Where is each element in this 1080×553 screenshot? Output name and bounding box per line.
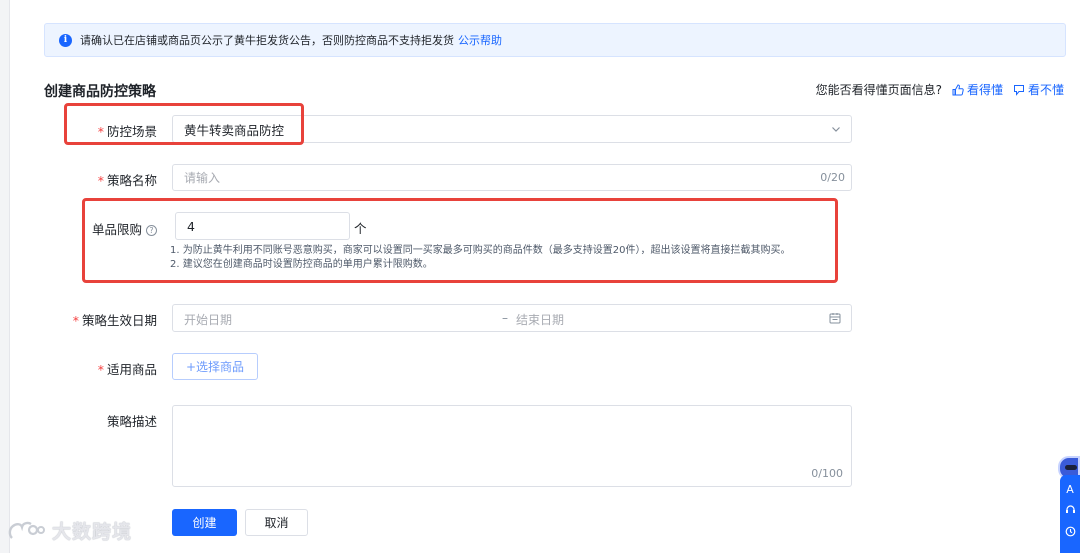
side-panel-letter: A bbox=[1066, 483, 1074, 496]
feedback-yes-label: 看得懂 bbox=[966, 83, 1003, 97]
watermark: 大数跨境 bbox=[8, 517, 132, 544]
name-input-placeholder: 请输入 bbox=[184, 171, 221, 185]
goods-label: * 适用商品 bbox=[60, 359, 157, 378]
desc-label-text: 策略描述 bbox=[106, 414, 157, 429]
feedback-no-label: 看不懂 bbox=[1027, 83, 1064, 97]
highlight-box-scene bbox=[64, 103, 304, 145]
notice-banner: i 请确认已在店铺或商品页公示了黄牛拒发货公告，否则防控商品不支持拒发货 公示帮… bbox=[44, 23, 1066, 57]
goods-label-text: 适用商品 bbox=[106, 362, 157, 377]
name-label-text: 策略名称 bbox=[106, 173, 157, 188]
name-label: * 策略名称 bbox=[60, 170, 157, 189]
required-mark: * bbox=[72, 313, 79, 328]
chevron-down-icon bbox=[832, 127, 840, 132]
end-date-placeholder[interactable]: 结束日期 bbox=[516, 311, 564, 328]
required-mark: * bbox=[97, 173, 104, 188]
feedback-no-button[interactable]: 看不懂 bbox=[1013, 81, 1064, 98]
notice-help-link[interactable]: 公示帮助 bbox=[458, 32, 502, 48]
date-label: * 策略生效日期 bbox=[60, 310, 157, 329]
watermark-text: 大数跨境 bbox=[52, 521, 133, 543]
date-label-text: 策略生效日期 bbox=[81, 313, 157, 328]
name-char-counter: 0/20 bbox=[820, 171, 845, 184]
start-date-placeholder[interactable]: 开始日期 bbox=[184, 311, 232, 328]
required-mark: * bbox=[97, 362, 104, 377]
choose-goods-button[interactable]: +选择商品 bbox=[172, 353, 258, 380]
side-tool-panel[interactable]: A bbox=[1060, 475, 1080, 553]
date-separator: – bbox=[502, 311, 508, 325]
name-input[interactable]: 请输入 0/20 bbox=[172, 164, 852, 191]
timer-icon[interactable] bbox=[1060, 526, 1080, 540]
page-feedback: 您能否看得懂页面信息? 看得懂 看不懂 bbox=[816, 81, 1064, 98]
notice-text: 请确认已在店铺或商品页公示了黄牛拒发货公告，否则防控商品不支持拒发货 bbox=[80, 34, 454, 47]
watermark-logo-icon bbox=[8, 521, 45, 539]
date-range-picker[interactable]: 开始日期 – 结束日期 bbox=[172, 304, 852, 332]
desc-label: 策略描述 bbox=[60, 411, 157, 430]
highlight-box-limit bbox=[82, 198, 838, 283]
info-icon: i bbox=[59, 33, 72, 47]
cancel-button[interactable]: 取消 bbox=[245, 509, 308, 536]
feedback-question: 您能否看得懂页面信息? bbox=[815, 83, 942, 97]
thumbs-down-icon bbox=[1013, 84, 1024, 96]
create-button[interactable]: 创建 bbox=[172, 509, 237, 536]
thumbs-up-icon bbox=[952, 83, 964, 95]
desc-textarea[interactable]: 0/100 bbox=[172, 405, 852, 487]
desc-char-counter: 0/100 bbox=[811, 467, 843, 480]
left-sidebar-edge bbox=[0, 0, 10, 553]
headset-icon[interactable] bbox=[1060, 504, 1080, 518]
feedback-yes-button[interactable]: 看得懂 bbox=[952, 81, 1003, 98]
calendar-icon bbox=[829, 313, 841, 324]
page-title: 创建商品防控策略 bbox=[44, 84, 156, 100]
